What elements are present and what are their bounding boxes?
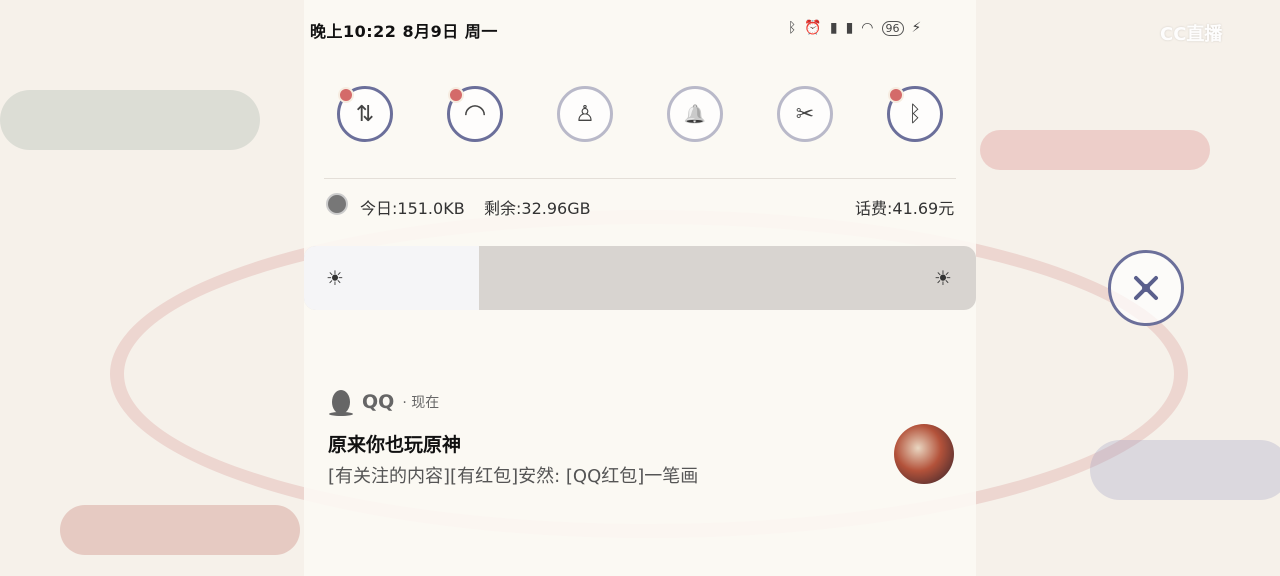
bell-toggle[interactable]: 🔔 <box>667 86 723 142</box>
brightness-high-icon: ☀ <box>934 266 952 290</box>
today-usage: 今日:151.0KB <box>360 199 465 218</box>
flashlight-icon: ♙ <box>575 101 595 127</box>
signal-hd-icon: ▮ <box>829 20 838 36</box>
notification-body: [有关注的内容][有红包]安然: [QQ红包]一笔画 <box>328 466 699 487</box>
status-icons: ᛒ ⏰ ▮ ▮ ◠ 96 ⚡ <box>788 20 921 36</box>
alarm-icon: ⏰ <box>804 20 822 36</box>
bell-icon: 🔔 <box>683 103 707 125</box>
wifi-toggle[interactable]: ◠ <box>447 86 503 142</box>
badge-dot <box>338 87 354 103</box>
remaining-data: 剩余:32.96GB <box>484 199 591 218</box>
quick-toggles: ⇅ ◠ ♙ 🔔 ✂ ᛒ <box>337 86 943 146</box>
wifi-icon: ◠ <box>861 20 874 36</box>
wifi-icon: ◠ <box>463 99 487 129</box>
data-usage-icon <box>326 193 348 215</box>
decorative-cloud <box>0 90 260 150</box>
brightness-slider[interactable]: ☀ ☀ <box>304 246 976 310</box>
avatar <box>894 424 954 484</box>
notification-title: 原来你也玩原神 <box>328 434 462 456</box>
mobile-data-icon: ⇅ <box>355 101 375 127</box>
bluetooth-toggle[interactable]: ᛒ <box>887 86 943 142</box>
status-time-date: 晚上10:22 8月9日 周一 <box>310 22 498 41</box>
bluetooth-icon: ᛒ <box>788 20 797 36</box>
decorative-cloud <box>1090 440 1280 500</box>
badge-dot <box>448 87 464 103</box>
close-icon <box>1134 276 1158 300</box>
screenshot-toggle[interactable]: ✂ <box>777 86 833 142</box>
notification-time: · 现在 <box>402 395 440 411</box>
decorative-cloud <box>980 130 1210 170</box>
decorative-cloud <box>60 505 300 555</box>
badge-dot <box>888 87 904 103</box>
mobile-data-toggle[interactable]: ⇅ <box>337 86 393 142</box>
close-button[interactable] <box>1108 250 1184 326</box>
notification-app-name: QQ <box>362 391 395 413</box>
charging-icon: ⚡ <box>911 20 922 36</box>
bluetooth-icon: ᛒ <box>908 101 922 127</box>
brightness-low-icon: ☀ <box>326 266 344 290</box>
phone-balance: 话费:41.69元 <box>855 199 955 218</box>
divider <box>324 178 956 179</box>
notification-card[interactable]: QQ · 现在 <box>328 388 956 416</box>
flashlight-toggle[interactable]: ♙ <box>557 86 613 142</box>
qq-penguin-icon <box>329 390 353 416</box>
screenshot-icon: ✂ <box>795 101 815 127</box>
signal-hd-icon: ▮ <box>845 20 854 36</box>
watermark-logo: CC直播 <box>1160 24 1223 45</box>
battery-icon: 96 <box>881 20 904 36</box>
